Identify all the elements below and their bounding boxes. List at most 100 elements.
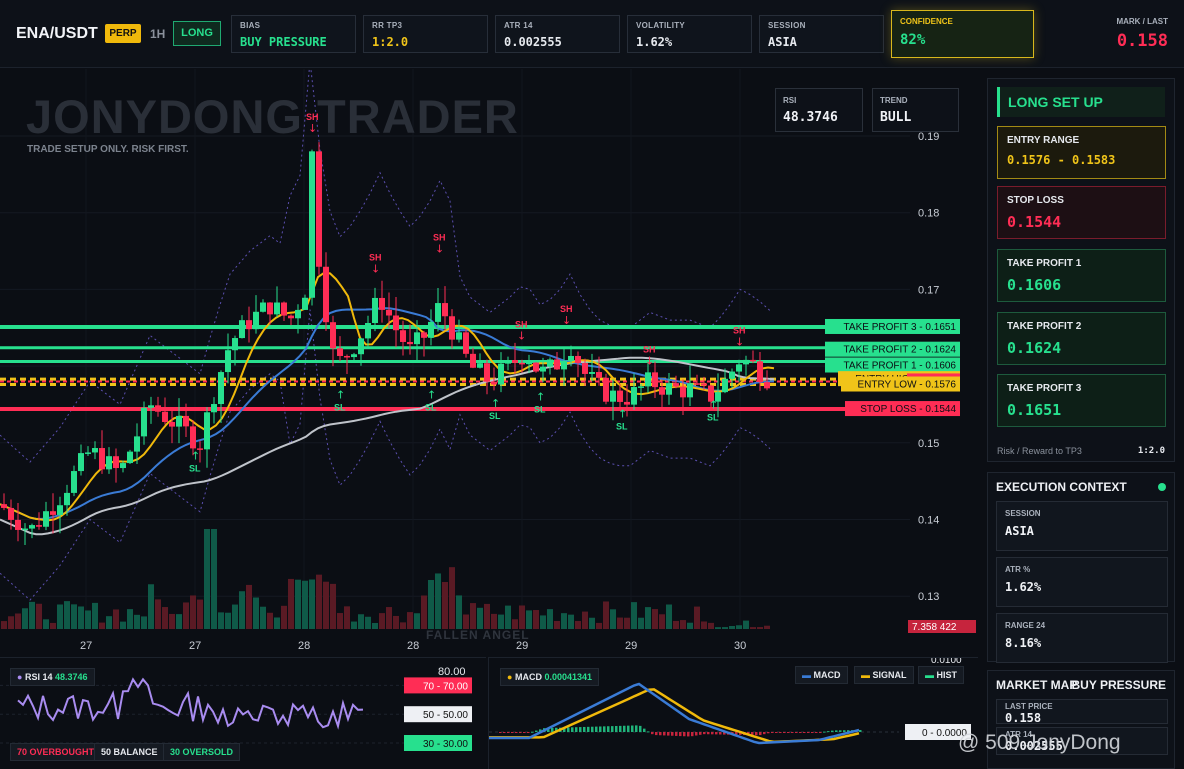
macd-pane[interactable]: 0.0100 0 - 0.0000 ● MACD 0.00041341 ▬ MAC… (488, 657, 978, 769)
macd-hist-bar (807, 732, 810, 733)
volume-bar (127, 609, 133, 629)
stop-loss-value: 0.1544 (1007, 213, 1062, 231)
price-chart[interactable]: 0.190.180.170.160.150.140.13272728282929… (0, 69, 978, 656)
signal-legend-chip[interactable]: ▬ SIGNAL (854, 666, 914, 684)
candle-body (400, 330, 406, 342)
rsi-minibox: RSI 48.3746 (775, 88, 863, 132)
candle-body (680, 386, 686, 398)
rsi-pane[interactable]: 80.0040.0070 - 70.0050 - 50.0030 - 30.00… (0, 657, 486, 769)
atr-value: 0.002555 (504, 35, 562, 49)
take-profit-1-card: TAKE PROFIT 1 0.1606 (997, 249, 1166, 302)
candle-body (113, 456, 119, 469)
rr-value: 1:2.0 (372, 35, 409, 49)
swing-low-label: SL (334, 402, 346, 412)
timeframe-label[interactable]: 1H (150, 27, 165, 41)
macd-hist-bar (655, 732, 658, 736)
atr-label: ATR 14 (504, 21, 533, 30)
macd-hist-bar (671, 732, 674, 736)
macd-hist-bar (675, 732, 678, 736)
candle-body (757, 361, 763, 383)
volume-bar (197, 599, 203, 629)
volume-bar (666, 604, 672, 629)
macd-hist-bar (535, 730, 538, 732)
macd-line-icon: ▬ (802, 670, 811, 680)
swing-high-label: SH (433, 233, 446, 243)
volume-bar (344, 606, 350, 629)
candle-body (386, 309, 392, 316)
macd-hist-bar (619, 725, 622, 732)
hist-chip-label: HIST (936, 670, 958, 680)
macd-hist-bar (755, 732, 758, 736)
candle-body (428, 321, 434, 338)
stop-loss-label: STOP LOSS (1007, 195, 1064, 206)
rsi-level-tag-label: 50 - 50.00 (423, 710, 468, 721)
volume-bar (421, 595, 427, 629)
volume-bar (141, 616, 147, 629)
volume-bar (757, 627, 763, 629)
symbol-title[interactable]: ENA/USDT (16, 25, 98, 43)
arrow-up-icon: ↑ (427, 388, 436, 401)
volume-bar (743, 620, 749, 629)
volume-bar (463, 614, 469, 629)
volume-bar (470, 603, 476, 629)
volume-bar (715, 627, 721, 629)
candle-body (694, 383, 700, 385)
risk-reward-label: Risk / Reward to TP3 (997, 446, 1082, 456)
volume-bar (22, 608, 28, 629)
macd-legend-chip[interactable]: ▬ MACD (795, 666, 848, 684)
volume-bar (750, 627, 756, 629)
x-tick-label: 28 (407, 640, 419, 652)
candle-body (673, 383, 679, 387)
macd-hist-bar (627, 725, 630, 732)
macd-hist-bar (591, 726, 594, 732)
swing-high-label: SH (643, 345, 656, 355)
x-tick-label: 30 (734, 640, 746, 652)
mark-label: MARK / LAST (1116, 17, 1168, 26)
rsi-axis-tick: 80.00 (438, 666, 466, 678)
volume-bar (155, 599, 161, 629)
candle-body (498, 363, 504, 385)
price-chart-canvas[interactable]: 0.190.180.170.160.150.140.13272728282929… (0, 69, 978, 656)
volume-bar (183, 602, 189, 629)
swing-low-label: SL (189, 464, 201, 474)
macd-hist-bar (811, 732, 814, 733)
candle-body (526, 362, 532, 365)
volume-bar (414, 613, 420, 629)
trend-minibox-label: TREND (880, 96, 908, 105)
volume-bar (372, 622, 378, 629)
panel-title: LONG SET UP (997, 87, 1165, 117)
rsi-level-tag-label: 70 - 70.00 (423, 681, 468, 692)
candle-body (491, 381, 497, 385)
macd-hist-bar (587, 726, 590, 732)
volume-bar (302, 580, 308, 629)
mm-last-value: 0.158 (1005, 711, 1042, 725)
volatility-label: VOLATILITY (636, 21, 686, 30)
level-tag-label: TAKE PROFIT 2 - 0.1624 (844, 345, 957, 356)
candle-body (435, 303, 441, 322)
macd-hist-bar (839, 730, 842, 732)
macd-hist-bar (511, 732, 514, 733)
volume-bar (120, 621, 126, 629)
macd-hist-bar (579, 727, 582, 732)
arrow-down-icon: ↓ (735, 335, 744, 348)
hist-legend-chip[interactable]: ▬ HIST (918, 666, 965, 684)
macd-hist-bar (527, 732, 530, 733)
volume-bar (400, 622, 406, 629)
volume-bar (540, 615, 546, 629)
volume-bar (309, 579, 315, 629)
candle-body (666, 383, 672, 395)
volume-bar (484, 603, 490, 629)
y-tick-label: 0.15 (918, 438, 939, 450)
volume-tag-label: 7.358 422 (912, 622, 957, 633)
session-label: SESSION (768, 21, 806, 30)
macd-hist-bar (843, 730, 846, 732)
arrow-down-icon: ↓ (562, 314, 571, 327)
rsi-level-tag-label: 30 - 30.00 (423, 739, 468, 750)
exec-range-value: 8.16% (1005, 636, 1042, 650)
arrow-up-icon: ↑ (536, 391, 545, 404)
candle-body (162, 411, 168, 423)
macd-dot-icon: ● (507, 672, 513, 682)
volume-bar (71, 604, 77, 629)
candle-body (519, 362, 525, 365)
macd-hist-bar (639, 725, 642, 732)
